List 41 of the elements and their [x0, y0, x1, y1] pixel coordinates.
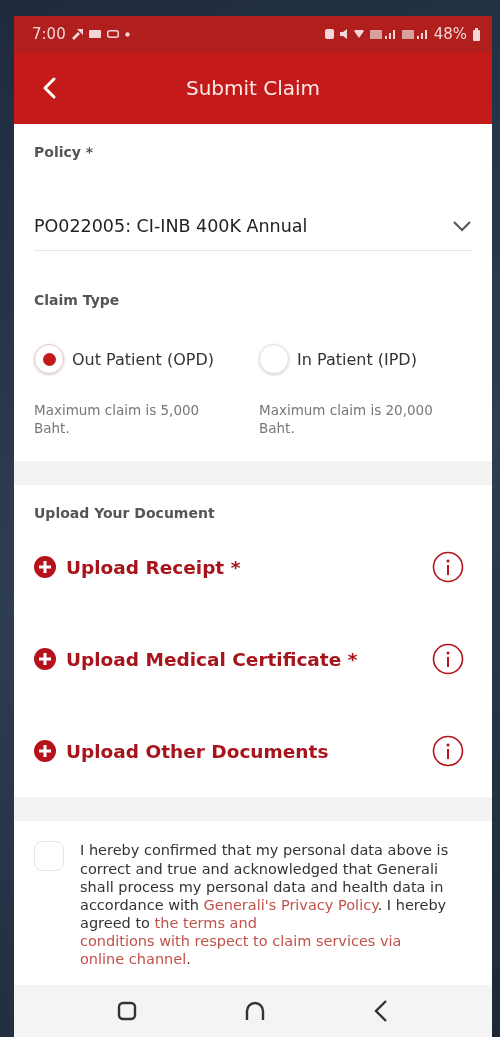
chevron-down-icon: [452, 220, 472, 232]
policy-link[interactable]: conditions with respect to claim services via: [80, 933, 402, 950]
dot-icon: [124, 31, 130, 37]
upload-button[interactable]: Upload Other Documents: [34, 740, 329, 763]
plus-icon: [34, 740, 56, 763]
claim-limit-note: Maximum claim is 20,000 Baht.: [259, 401, 434, 438]
battery-icon: [473, 27, 480, 41]
screen-title: Submit Claim: [184, 76, 322, 100]
signal-icon: [369, 29, 396, 39]
policy-dropdown[interactable]: PO022005: CI-INB 400K Annual: [34, 160, 472, 251]
field-label: Policy *: [34, 144, 95, 160]
battery-level: 48%: [433, 25, 467, 43]
policy-link[interactable]: Privacy Policy: [280, 896, 378, 913]
wifi-icon: [353, 30, 364, 38]
signal-icon: [401, 29, 428, 39]
consent-checkbox[interactable]: [34, 841, 64, 872]
voicemail-icon: [106, 30, 119, 38]
field-label: Claim Type: [34, 292, 121, 308]
alarm-icon: [324, 29, 334, 39]
message-icon: [88, 30, 101, 38]
home-icon[interactable]: [244, 1001, 266, 1021]
radio-label[interactable]: Out Patient (OPD): [72, 349, 214, 369]
back-icon[interactable]: [372, 999, 389, 1023]
status-time: 7:00: [32, 25, 66, 43]
info-icon[interactable]: [432, 735, 464, 768]
consent-text: I hereby confirmed that my personal data above is correct and true and acknowledged that Generali shall process my personal data and health data in accordance with Generali's Privacy Policy. I hereby agreed to the terms and conditions with respect to claim services via online channel.: [80, 841, 450, 970]
info-icon[interactable]: [432, 643, 464, 676]
policy-link[interactable]: the terms and: [154, 914, 257, 931]
recent-apps-icon[interactable]: [117, 1001, 138, 1021]
policy-link[interactable]: online channel: [80, 951, 187, 968]
section-label: Upload Your Document: [34, 505, 216, 522]
upload-button[interactable]: Upload Medical Certificate *: [34, 648, 358, 671]
mute-icon: [339, 29, 348, 39]
pin-icon: [71, 28, 83, 40]
policy-link[interactable]: Generali's: [203, 896, 277, 913]
plus-icon: [34, 556, 56, 579]
info-icon[interactable]: [432, 551, 464, 584]
plus-icon: [34, 648, 56, 671]
upload-button[interactable]: Upload Receipt *: [34, 556, 241, 579]
radio-label[interactable]: In Patient (IPD): [297, 349, 417, 369]
claim-limit-note: Maximum claim is 5,000 Baht.: [34, 401, 201, 438]
